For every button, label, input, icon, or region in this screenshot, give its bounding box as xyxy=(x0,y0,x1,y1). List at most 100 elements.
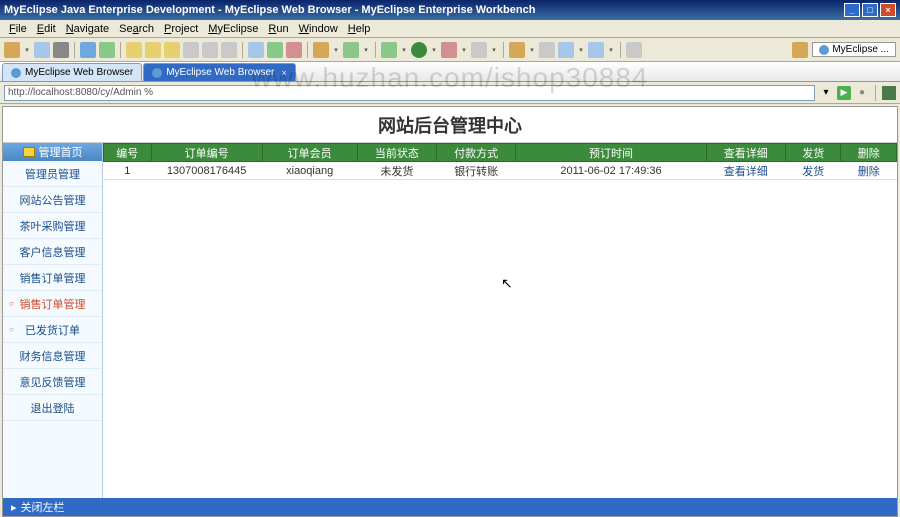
sidebar-item[interactable]: 客户信息管理 xyxy=(3,239,102,265)
tool-icon[interactable] xyxy=(202,42,218,58)
dropdown-icon[interactable]: ▾ xyxy=(430,44,438,56)
folder-icon xyxy=(23,147,35,157)
tool-icon[interactable] xyxy=(267,42,283,58)
window-controls: _ □ × xyxy=(844,3,896,17)
dropdown-icon[interactable]: ▾ xyxy=(400,44,408,56)
sidebar-item[interactable]: 意见反馈管理 xyxy=(3,369,102,395)
table-row: 11307008176445xiaoqiang未发货银行转账2011-06-02… xyxy=(104,162,897,180)
column-header: 付款方式 xyxy=(437,144,516,162)
column-header: 订单会员 xyxy=(262,144,357,162)
close-button[interactable]: × xyxy=(880,3,896,17)
dropdown-icon[interactable]: ▾ xyxy=(23,44,31,56)
dropdown-icon[interactable]: ▾ xyxy=(332,44,340,56)
tool-icon[interactable] xyxy=(183,42,199,58)
save-all-icon[interactable] xyxy=(53,42,69,58)
sidebar-item[interactable]: 退出登陆 xyxy=(3,395,102,421)
myeclipse-icon xyxy=(819,45,829,55)
table-cell: 删除 xyxy=(841,162,897,180)
close-tab-icon[interactable]: × xyxy=(281,68,286,78)
tool-icon[interactable] xyxy=(539,42,555,58)
dropdown-icon[interactable]: ▾ xyxy=(460,44,468,56)
tool-icon[interactable] xyxy=(343,42,359,58)
tool-icon[interactable] xyxy=(558,42,574,58)
tab-browser-1[interactable]: MyEclipse Web Browser xyxy=(2,63,142,81)
window-titlebar: MyEclipse Java Enterprise Development - … xyxy=(0,0,900,20)
tool-icon[interactable] xyxy=(126,42,142,58)
editor-tabbar: MyEclipse Web Browser MyEclipse Web Brow… xyxy=(0,62,900,82)
sidebar-item[interactable]: 管理员管理 xyxy=(3,161,102,187)
separator xyxy=(242,42,243,58)
dropdown-icon[interactable]: ▾ xyxy=(607,44,615,56)
perspective-icon[interactable] xyxy=(792,42,808,58)
run-icon[interactable] xyxy=(411,42,427,58)
tool-icon[interactable] xyxy=(441,42,457,58)
delete-link[interactable]: 删除 xyxy=(858,166,880,178)
tool-icon[interactable] xyxy=(145,42,161,58)
tool-icon[interactable] xyxy=(221,42,237,58)
dropdown-icon[interactable]: ▾ xyxy=(362,44,370,56)
nav-button[interactable] xyxy=(882,86,896,100)
browser-content: 网站后台管理中心 管理首页 管理员管理网站公告管理茶叶采购管理客户信息管理销售订… xyxy=(2,106,898,517)
sidebar-item[interactable]: 网站公告管理 xyxy=(3,187,102,213)
tool-icon[interactable] xyxy=(626,42,642,58)
new-icon[interactable] xyxy=(4,42,20,58)
debug-icon[interactable] xyxy=(381,42,397,58)
tool-icon[interactable] xyxy=(80,42,96,58)
sidebar-item[interactable]: 销售订单管理 xyxy=(3,265,102,291)
tool-icon[interactable] xyxy=(286,42,302,58)
tool-icon[interactable] xyxy=(99,42,115,58)
minimize-button[interactable]: _ xyxy=(844,3,860,17)
menu-run[interactable]: Run xyxy=(263,23,293,35)
menu-window[interactable]: Window xyxy=(294,23,343,35)
sidebar-item[interactable]: 财务信息管理 xyxy=(3,343,102,369)
menu-help[interactable]: Help xyxy=(343,23,376,35)
window-title: MyEclipse Java Enterprise Development - … xyxy=(4,4,844,16)
view-link[interactable]: 查看详细 xyxy=(724,166,768,178)
dropdown-icon[interactable]: ▾ xyxy=(528,44,536,56)
save-icon[interactable] xyxy=(34,42,50,58)
sidebar-item[interactable]: 茶叶采购管理 xyxy=(3,213,102,239)
menu-file[interactable]: File xyxy=(4,23,32,35)
browser-icon xyxy=(152,68,162,78)
sidebar-item[interactable]: 销售订单管理 xyxy=(3,291,102,317)
tool-icon[interactable] xyxy=(588,42,604,58)
separator xyxy=(74,42,75,58)
table-cell: 2011-06-02 17:49:36 xyxy=(516,162,706,180)
dropdown-icon[interactable]: ▾ xyxy=(819,86,833,100)
tool-icon[interactable] xyxy=(164,42,180,58)
separator xyxy=(875,85,876,101)
column-header: 编号 xyxy=(104,144,152,162)
data-area: 编号订单编号订单会员当前状态付款方式预订时间查看详细发货删除 113070081… xyxy=(103,143,897,516)
tab-label: MyEclipse Web Browser xyxy=(25,67,133,78)
bottom-label: 关闭左栏 xyxy=(21,499,65,515)
nav-button[interactable]: ● xyxy=(855,86,869,100)
menu-edit[interactable]: Edit xyxy=(32,23,61,35)
address-bar: http://localhost:8080/cy/Admin % ▾ ▶ ● xyxy=(0,82,900,104)
dropdown-icon[interactable]: ▾ xyxy=(577,44,585,56)
ship-link[interactable]: 发货 xyxy=(802,166,824,178)
tool-icon[interactable] xyxy=(248,42,264,58)
menu-search[interactable]: Search xyxy=(114,23,159,35)
column-header: 删除 xyxy=(841,144,897,162)
separator xyxy=(503,42,504,58)
perspective-label: MyEclipse ... xyxy=(832,44,889,55)
tool-icon[interactable] xyxy=(509,42,525,58)
sidebar-item[interactable]: 已发货订单 xyxy=(3,317,102,343)
maximize-button[interactable]: □ xyxy=(862,3,878,17)
menu-myeclipse[interactable]: MyEclipse xyxy=(203,23,263,35)
tool-icon[interactable] xyxy=(313,42,329,58)
url-input[interactable]: http://localhost:8080/cy/Admin % xyxy=(4,85,815,101)
table-cell: 查看详细 xyxy=(706,162,785,180)
table-cell: 未发货 xyxy=(357,162,436,180)
go-button[interactable]: ▶ xyxy=(837,86,851,100)
menu-navigate[interactable]: Navigate xyxy=(61,23,114,35)
bottom-bar[interactable]: ▸ 关闭左栏 xyxy=(3,498,897,516)
table-cell: 1 xyxy=(104,162,152,180)
perspective-button[interactable]: MyEclipse ... xyxy=(812,42,896,57)
sidebar-header[interactable]: 管理首页 xyxy=(3,143,102,161)
tab-browser-2[interactable]: MyEclipse Web Browser × xyxy=(143,63,295,81)
dropdown-icon[interactable]: ▾ xyxy=(490,44,498,56)
menu-project[interactable]: Project xyxy=(159,23,203,35)
table-cell: 1307008176445 xyxy=(151,162,262,180)
tool-icon[interactable] xyxy=(471,42,487,58)
